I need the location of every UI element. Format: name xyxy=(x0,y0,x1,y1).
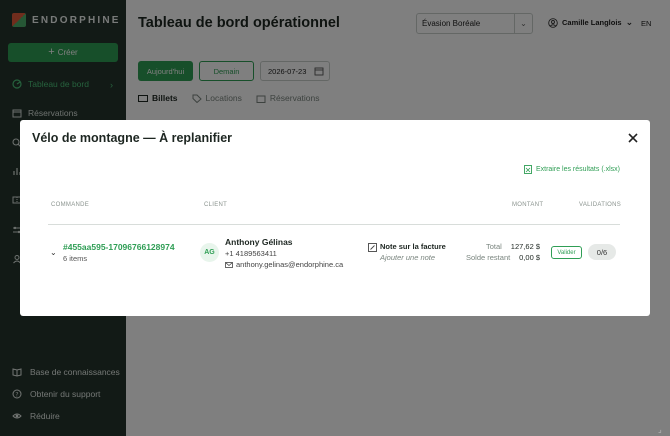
table-divider xyxy=(48,224,620,225)
client-avatar: AG xyxy=(200,243,219,262)
export-label: Extraire les résultats (.xlsx) xyxy=(535,166,620,173)
resize-handle-icon: ⌟ xyxy=(658,425,662,434)
client-name: Anthony Gélinas xyxy=(225,237,293,247)
invoice-note-label: Note sur la facture xyxy=(380,242,446,251)
column-header-validations: VALIDATIONS xyxy=(579,202,622,208)
client-phone: +1 4189563411 xyxy=(225,249,277,258)
validation-count-badge: 0/6 xyxy=(588,244,616,260)
add-note-field[interactable]: Ajouter une note xyxy=(380,253,435,262)
modal-title: Vélo de montagne — À replanifier xyxy=(32,131,233,145)
balance-value: 0,00 $ xyxy=(519,253,540,262)
balance-label: Solde restant xyxy=(466,253,511,262)
edit-note-icon xyxy=(368,243,377,252)
export-xlsx-link[interactable]: Extraire les résultats (.xlsx) xyxy=(524,165,620,174)
column-header-order: COMMANDE xyxy=(51,202,90,208)
mail-icon xyxy=(225,261,233,268)
client-email: anthony.gelinas@endorphine.ca xyxy=(225,260,343,269)
order-item-count: 6 items xyxy=(63,254,88,263)
spreadsheet-icon xyxy=(524,165,532,174)
total-value: 127,62 $ xyxy=(510,242,540,251)
close-icon[interactable] xyxy=(627,132,639,144)
validate-button[interactable]: Valider xyxy=(551,246,582,259)
column-header-amount: MONTANT xyxy=(512,202,544,208)
order-id-link[interactable]: #455aa595-17096766128974 xyxy=(63,242,175,252)
client-email-text: anthony.gelinas@endorphine.ca xyxy=(236,260,344,269)
column-header-client: CLIENT xyxy=(204,202,228,208)
expand-row-icon[interactable]: ⌄ xyxy=(50,248,57,257)
reschedule-modal: Vélo de montagne — À replanifier Extrair… xyxy=(20,120,650,316)
total-label: Total xyxy=(486,242,502,251)
